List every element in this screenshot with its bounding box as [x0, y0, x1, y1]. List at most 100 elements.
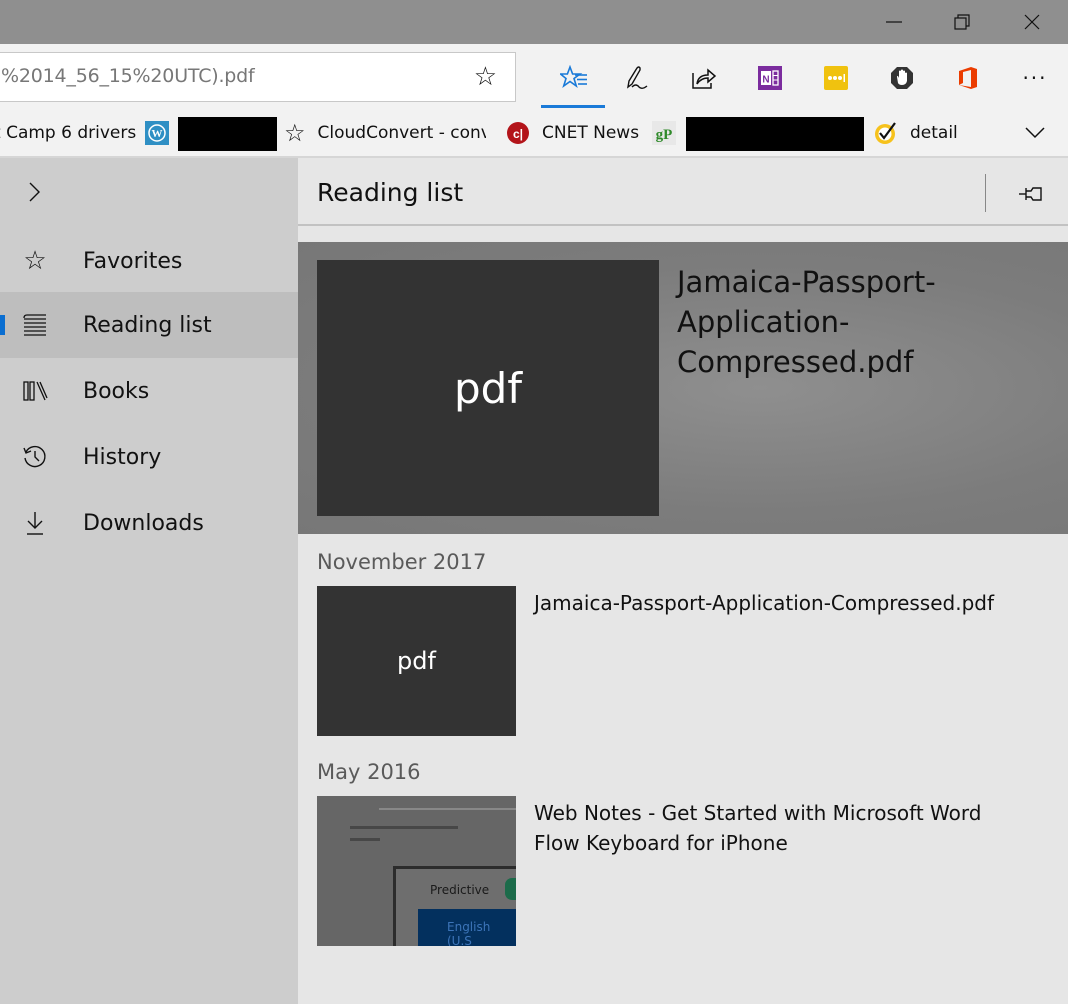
history-icon: [20, 442, 50, 472]
thumb-decoration: [350, 838, 380, 841]
reading-list-panel: Reading list pdf Jamaica-Passport- Appli…: [298, 158, 1068, 1004]
favorite-label: t Camp 6 drivers: [0, 123, 137, 143]
chevron-down-icon: [1025, 127, 1045, 139]
onenote-button[interactable]: N: [737, 56, 803, 100]
share-button[interactable]: [671, 56, 737, 100]
thumbnail-label: pdf: [397, 647, 436, 675]
more-button[interactable]: ···: [1002, 56, 1068, 100]
address-bar[interactable]: %2014_56_15%20UTC).pdf ☆: [0, 52, 516, 102]
hub-button[interactable]: [541, 56, 607, 100]
featured-title: Jamaica-Passport- Application- Compresse…: [677, 262, 977, 382]
reading-list-item[interactable]: pdf Jamaica-Passport-Application-Compres…: [317, 586, 1057, 736]
wordpress-icon: W: [145, 121, 169, 145]
reading-list-icon: [20, 310, 50, 340]
sidebar-item-reading-list[interactable]: Reading list: [0, 292, 298, 358]
cnet-icon: c|: [507, 122, 529, 144]
chevron-right-icon: [29, 182, 40, 202]
sidebar-item-label: Books: [83, 378, 150, 404]
favorite-label: CloudConvert - conve: [317, 123, 486, 143]
favorite-label: CNET News: [542, 123, 640, 143]
sidebar-item-books[interactable]: Books: [0, 358, 298, 424]
item-title: Jamaica-Passport-Application-Compressed.…: [534, 591, 995, 615]
active-indicator: [0, 315, 5, 335]
hub-sidebar: ☆ Favorites Reading list Books History D…: [0, 158, 298, 1004]
featured-title-line: Compressed.pdf: [677, 345, 914, 379]
favorites-list-icon: [560, 65, 587, 89]
pin-panel-button[interactable]: [1016, 180, 1046, 208]
lastpass-button[interactable]: [803, 56, 869, 100]
restore-button[interactable]: [928, 0, 996, 44]
restore-icon: [954, 14, 970, 30]
sidebar-item-label: Downloads: [83, 510, 204, 536]
page-title: Reading list: [317, 178, 464, 207]
group-label: May 2016: [317, 760, 421, 784]
favorite-item[interactable]: c| CNET News: [506, 110, 639, 156]
title-bar: [0, 0, 1068, 44]
download-icon: [20, 508, 50, 538]
item-thumbnail: Predictive English (U.S: [317, 796, 516, 946]
expand-hub-button[interactable]: [20, 176, 48, 208]
redacted-favorite[interactable]: [686, 117, 864, 151]
sidebar-item-label: History: [83, 444, 162, 470]
header-divider: [985, 174, 986, 212]
svg-text:W: W: [152, 128, 163, 140]
minimize-button[interactable]: [860, 0, 928, 44]
favorites-overflow-button[interactable]: [1024, 110, 1046, 156]
featured-thumbnail: pdf: [317, 260, 659, 516]
active-tab-indicator: [541, 105, 605, 108]
browser-toolbar: %2014_56_15%20UTC).pdf ☆ N ···: [0, 44, 1068, 110]
item-title: Web Notes - Get Started with Microsoft W…: [534, 801, 982, 855]
web-notes-button[interactable]: [606, 56, 672, 100]
group-label: November 2017: [317, 550, 487, 574]
adblock-button[interactable]: [869, 56, 935, 100]
adblock-hand-icon: [891, 67, 913, 89]
reading-list-item[interactable]: Predictive English (U.S Web Notes - Get …: [317, 796, 1057, 946]
favorite-item[interactable]: W: [145, 110, 169, 156]
favorite-item[interactable]: detail: [873, 110, 958, 156]
sidebar-item-favorites[interactable]: ☆ Favorites: [0, 228, 298, 294]
favorite-item[interactable]: t Camp 6 drivers: [0, 110, 136, 156]
pen-icon: [627, 66, 648, 89]
featured-title-line: Jamaica-Passport-: [677, 265, 936, 299]
gp-icon: gP: [652, 121, 676, 145]
more-icon: ···: [1022, 66, 1048, 90]
svg-text:c|: c|: [513, 127, 523, 141]
thumb-decoration: [505, 878, 516, 900]
favorites-bar: t Camp 6 drivers W ☆ CloudConvert - conv…: [0, 110, 1068, 158]
sidebar-item-label: Favorites: [83, 248, 183, 274]
item-thumbnail: pdf: [317, 586, 516, 736]
star-outline-icon: ☆: [284, 119, 306, 147]
office-icon: [959, 67, 977, 89]
featured-title-line: Application-: [677, 305, 850, 339]
norton-check-icon: [875, 122, 896, 144]
lastpass-icon: [824, 66, 848, 90]
featured-reading-item[interactable]: pdf Jamaica-Passport- Application- Compr…: [298, 242, 1068, 534]
star-icon: ☆: [23, 246, 47, 276]
thumb-decoration: [350, 826, 458, 829]
books-icon: [20, 376, 50, 406]
svg-text:gP: gP: [656, 127, 673, 143]
office-button[interactable]: [935, 56, 1001, 100]
favorite-label: detail: [910, 123, 958, 143]
favorite-item[interactable]: gP: [652, 110, 676, 156]
close-icon: [1024, 14, 1040, 30]
add-favorite-button[interactable]: ☆: [474, 63, 497, 91]
sidebar-item-label: Reading list: [83, 312, 212, 338]
sidebar-item-history[interactable]: History: [0, 424, 298, 490]
onenote-icon: N: [758, 66, 782, 90]
thumb-decoration: [379, 808, 516, 810]
panel-header: Reading list: [298, 158, 1068, 226]
share-icon: [692, 68, 717, 89]
favorite-item[interactable]: ☆ CloudConvert - conve: [284, 110, 486, 156]
thumb-text: Predictive: [430, 883, 490, 897]
star-outline-icon: ☆: [473, 62, 497, 92]
minimize-icon: [886, 21, 902, 23]
thumbnail-label: pdf: [453, 363, 523, 413]
svg-text:N: N: [762, 75, 769, 86]
address-url[interactable]: %2014_56_15%20UTC).pdf: [1, 65, 255, 87]
close-button[interactable]: [998, 0, 1066, 44]
thumb-text: English (U.S: [447, 920, 491, 946]
sidebar-item-downloads[interactable]: Downloads: [0, 490, 298, 556]
redacted-favorite[interactable]: [178, 117, 277, 151]
pin-icon: [1019, 187, 1042, 201]
